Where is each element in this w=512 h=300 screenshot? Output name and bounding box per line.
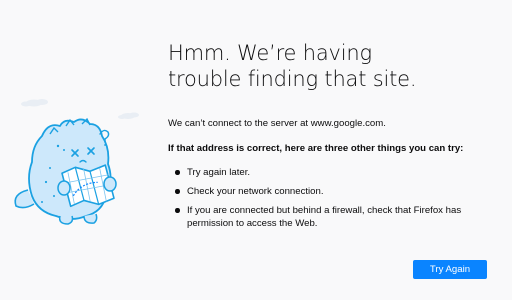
error-description: We can’t connect to the server at www.go… (168, 118, 386, 129)
error-title: Hmm. We’re having trouble finding that s… (168, 41, 417, 91)
list-item: Check your network connection. (175, 185, 498, 198)
suggestions-heading: If that address is correct, here are thr… (168, 143, 464, 154)
list-item: If you are connected but behind a firewa… (175, 204, 498, 230)
suggestions-list: Try again later. Check your network conn… (168, 166, 498, 230)
confused-creature-with-map-icon (2, 98, 142, 230)
try-again-button[interactable]: Try Again (413, 260, 487, 279)
error-content: Hmm. We’re having trouble finding that s… (168, 40, 498, 236)
list-item: Try again later. (175, 166, 498, 179)
